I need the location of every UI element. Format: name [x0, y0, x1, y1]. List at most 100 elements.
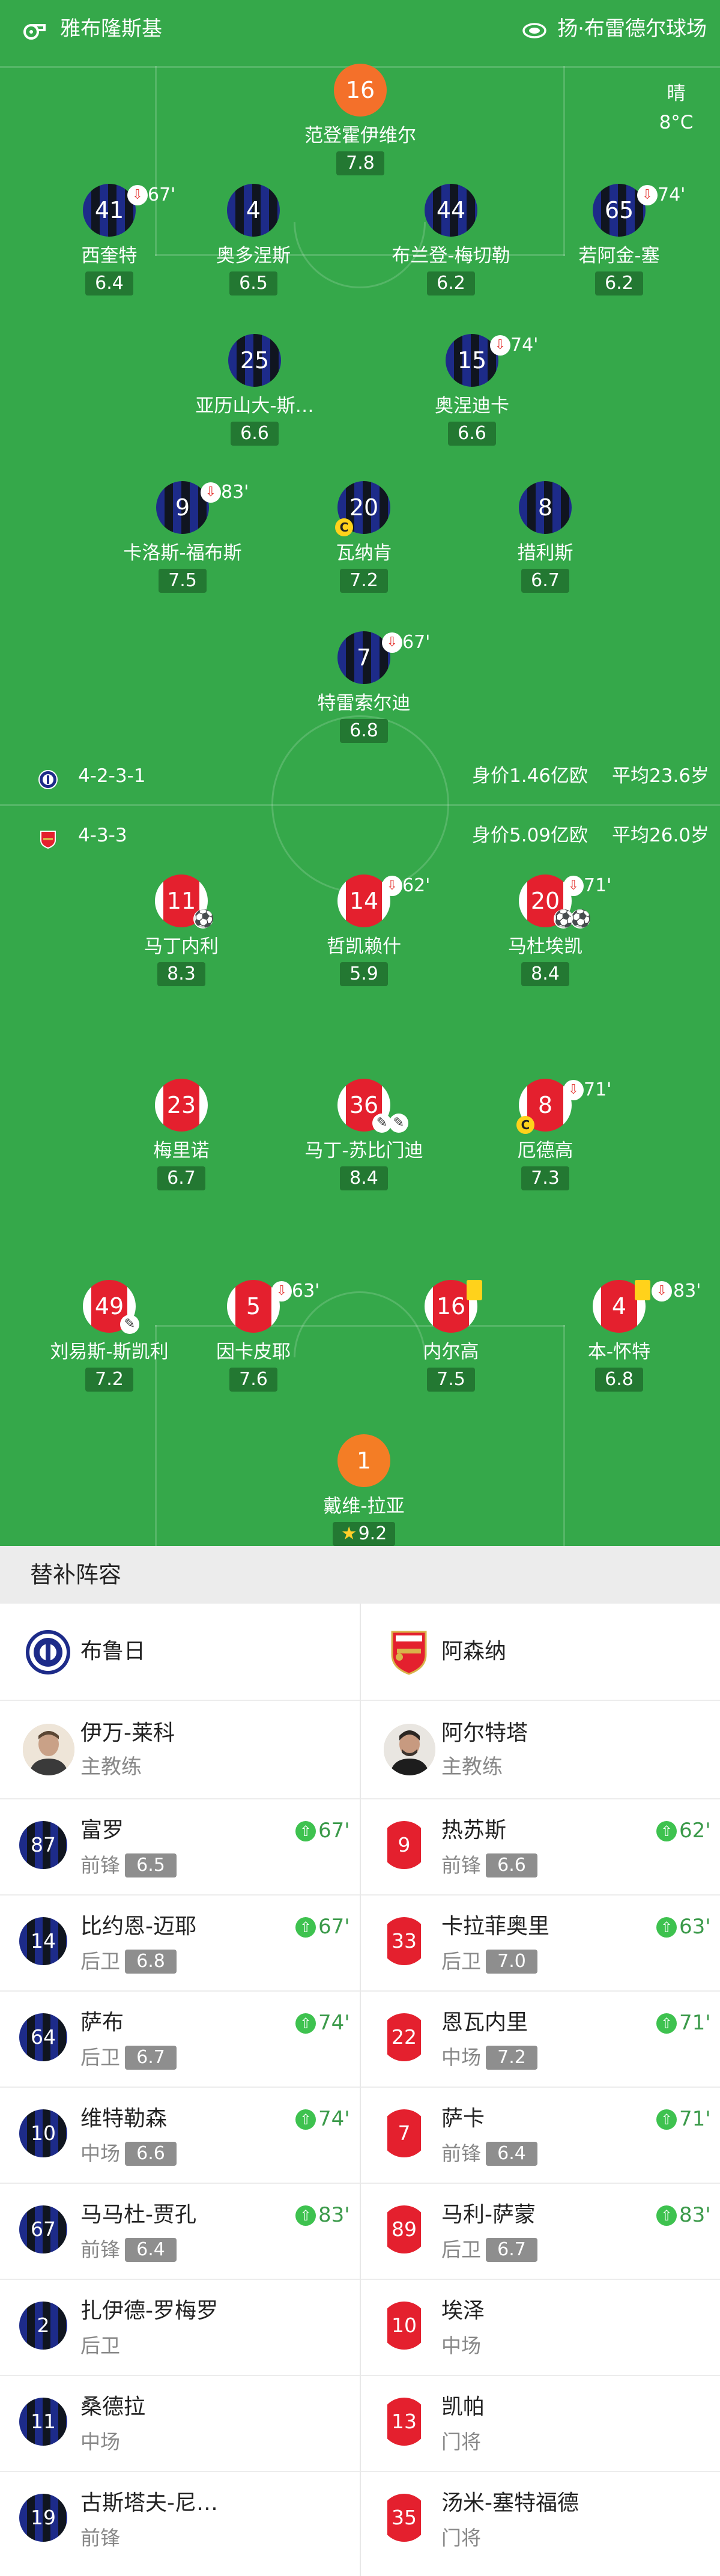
player-home-lb[interactable]: 65 ⇩ 74' 若阿金-塞 6.2 — [529, 184, 709, 304]
venue-name: 扬·布雷德尔球场 — [557, 17, 707, 41]
player-rating: 6.6 — [231, 422, 279, 446]
player-home-am-right[interactable]: 9 ⇩ 83' 卡洛斯-福布斯 7.5 — [92, 481, 273, 601]
jersey-number: 25 — [228, 334, 281, 387]
sub-row[interactable]: 7 萨卡 前锋 6.4 ⇧ 71' — [361, 2088, 720, 2184]
coach-name: 伊万-莱科 — [80, 1721, 175, 1745]
sub-row[interactable]: 64 萨布 后卫 6.7 ⇧ 74' — [0, 1992, 360, 2088]
away-coach-row[interactable]: 阿尔特塔 主教练 — [361, 1701, 720, 1799]
player-home-dm-right[interactable]: 25 亚历山大-斯… 6.6 — [165, 334, 345, 454]
substitution-out-icon: ⇩ — [563, 1080, 584, 1100]
sub-row[interactable]: 2 扎伊德-罗梅罗 后卫 — [0, 2280, 360, 2376]
sub-rating: 7.0 — [486, 1950, 537, 1974]
player-away-rw[interactable]: 20 ⇩ 71' ⚽ ⚽ 马杜埃凯 8.4 — [455, 874, 635, 995]
player-rating: 8.4 — [340, 1166, 388, 1190]
sub-minute: 63' — [292, 1280, 320, 1302]
player-home-gk[interactable]: 16 范登霍伊维尔 7.8 — [270, 64, 450, 184]
home-team-name: 布鲁日 — [80, 1639, 146, 1664]
sub-row[interactable]: 10 维特勒森 中场 6.6 ⇧ 74' — [0, 2088, 360, 2184]
player-home-rcb[interactable]: 4 奥多涅斯 6.5 — [163, 184, 343, 304]
sub-rating: 7.2 — [486, 2046, 537, 2070]
player-away-st[interactable]: 14 ⇩ 62' 哲凯赖什 5.9 — [274, 874, 454, 995]
sub-position: 后卫 — [80, 2046, 120, 2069]
jersey-number: 10 — [380, 2302, 428, 2350]
player-rating: 6.6 — [448, 422, 496, 446]
home-average-age: 平均23.6岁 — [612, 765, 710, 787]
sub-minute: 74' — [510, 335, 539, 356]
player-home-am-left[interactable]: 8 措利斯 6.7 — [455, 481, 635, 601]
player-name: 因卡皮耶 — [216, 1341, 291, 1363]
sub-row[interactable]: 10 埃泽 中场 — [361, 2280, 720, 2376]
sub-row[interactable]: 89 马利-萨蒙 后卫 6.7 ⇧ 83' — [361, 2184, 720, 2280]
home-team-row[interactable]: 布鲁日 — [0, 1604, 360, 1701]
player-rating: 7.2 — [85, 1368, 133, 1392]
sub-row[interactable]: 87 富罗 前锋 6.5 ⇧ 67' — [0, 1799, 360, 1896]
player-name: 范登霍伊维尔 — [304, 125, 416, 147]
jersey-number: 1 — [337, 1434, 390, 1487]
arsenal-logo-icon — [385, 1628, 433, 1676]
player-name: 奥涅迪卡 — [435, 395, 509, 417]
jersey-number: 11 — [19, 2398, 67, 2446]
coach-role: 主教练 — [441, 1755, 503, 1779]
player-rating: 7.2 — [340, 569, 388, 593]
weather-widget: 晴 8°C — [655, 79, 697, 137]
sub-position: 门将 — [441, 2526, 481, 2550]
sub-row[interactable]: 33 卡拉菲奥里 后卫 7.0 ⇧ 63' — [361, 1896, 720, 1992]
player-away-lw[interactable]: 11 ⚽ 马丁内利 8.3 — [91, 874, 271, 995]
player-rating: 5.9 — [340, 962, 388, 986]
player-name: 厄德高 — [517, 1140, 573, 1162]
sub-row[interactable]: 14 比约恩-迈耶 后卫 6.8 ⇧ 67' — [0, 1896, 360, 1992]
club-brugge-logo-icon — [24, 1628, 72, 1676]
home-coach-row[interactable]: 伊万-莱科 主教练 — [0, 1701, 360, 1799]
coach-name: 阿尔特塔 — [441, 1721, 528, 1745]
sub-minute: 71' — [584, 875, 612, 896]
sub-rating: 6.4 — [486, 2142, 537, 2166]
player-away-lcb[interactable]: 5 ⇩ 63' 因卡皮耶 7.6 — [163, 1280, 343, 1400]
yellow-card-icon — [635, 1280, 650, 1300]
player-away-dm[interactable]: 36 ✎ ✎ 马丁-苏比门迪 8.4 — [274, 1079, 454, 1199]
player-home-lcb[interactable]: 44 布兰登-梅切勒 6.2 — [361, 184, 541, 304]
substitution-in-icon: ⇧ — [295, 1821, 316, 1841]
sub-row[interactable]: 9 热苏斯 前锋 6.6 ⇧ 62' — [361, 1799, 720, 1896]
sub-row[interactable]: 11 桑德拉 中场 — [0, 2376, 360, 2472]
sub-row[interactable]: 67 马马杜-贾孔 前锋 6.4 ⇧ 83' — [0, 2184, 360, 2280]
away-team-row[interactable]: 阿森纳 — [361, 1604, 720, 1701]
substitution-out-icon: ⇩ — [271, 1281, 292, 1302]
sub-row[interactable]: 13 凯帕 门将 — [361, 2376, 720, 2472]
sub-rating: 6.6 — [486, 1853, 537, 1877]
whistle-icon — [23, 20, 47, 40]
substitution-in-icon: ⇧ — [656, 1917, 677, 1938]
player-away-cm-right[interactable]: 8 ⇩ 71' C 厄德高 7.3 — [455, 1079, 635, 1199]
jersey-number: 87 — [19, 1821, 67, 1869]
player-away-gk[interactable]: 1 戴维-拉亚 ★9.2 — [274, 1434, 454, 1546]
sub-row[interactable]: 19 古斯塔夫-尼… 前锋 — [0, 2472, 360, 2568]
away-squad-value: 身价5.09亿欧 — [472, 825, 588, 846]
weather-condition: 晴 — [667, 83, 686, 105]
substitution-out-icon: ⇩ — [382, 632, 402, 653]
substitutes-title: 替补阵容 — [0, 1546, 720, 1604]
sub-name: 富罗 — [80, 1818, 124, 1843]
jersey-number: 10 — [19, 2109, 67, 2157]
sub-minute: 71' — [584, 1079, 612, 1100]
substitution-out-icon: ⇩ — [652, 1281, 672, 1302]
player-home-am-center[interactable]: 20 C 瓦纳肯 7.2 — [274, 481, 454, 601]
player-rating: 7.5 — [159, 569, 207, 593]
jersey-number: 19 — [19, 2494, 67, 2542]
player-name: 特雷索尔迪 — [317, 692, 411, 714]
sub-position: 中场 — [441, 2046, 481, 2069]
player-away-rb[interactable]: 4 ⇩ 83' 本-怀特 6.8 — [529, 1280, 709, 1400]
player-away-cm-left[interactable]: 23 梅里诺 6.7 — [91, 1079, 271, 1199]
player-home-st[interactable]: 7 ⇩ 67' 特雷索尔迪 6.8 — [274, 631, 454, 751]
sub-name: 维特勒森 — [80, 2106, 168, 2131]
sub-in-minute: 67' — [318, 1915, 350, 1939]
substitution-in-icon: ⇧ — [295, 2205, 316, 2226]
sub-position: 中场 — [80, 2142, 120, 2165]
jersey-number: 2 — [19, 2302, 67, 2350]
sub-row[interactable]: 22 恩瓦内里 中场 7.2 ⇧ 71' — [361, 1992, 720, 2088]
sub-row[interactable]: 35 汤米-塞特福德 门将 — [361, 2472, 720, 2568]
yellow-card-icon — [467, 1280, 482, 1300]
player-rating: 6.8 — [340, 719, 388, 743]
player-home-dm-left[interactable]: 15 ⇩ 74' 奥涅迪卡 6.6 — [382, 334, 562, 454]
player-away-rcb[interactable]: 16 内尔高 7.5 — [361, 1280, 541, 1400]
away-team-name: 阿森纳 — [441, 1639, 507, 1664]
captain-badge: C — [335, 518, 353, 536]
